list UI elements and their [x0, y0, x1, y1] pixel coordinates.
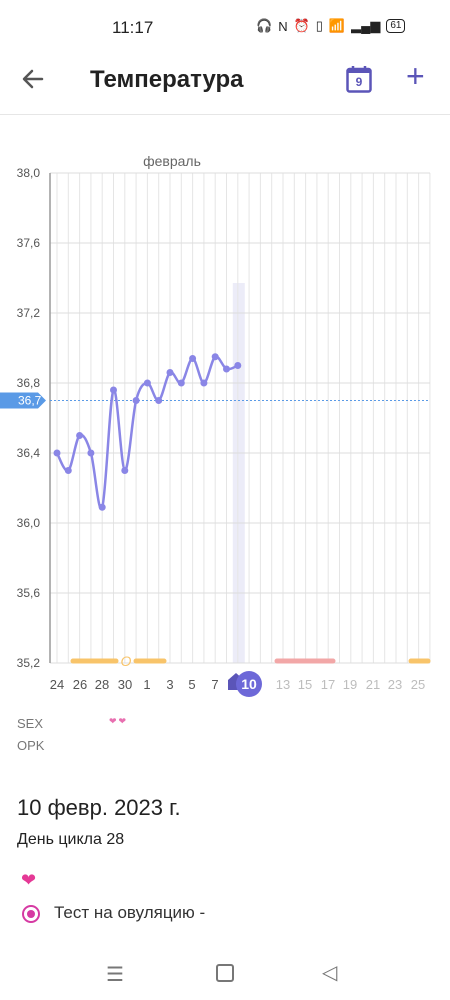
nfc-icon: N	[278, 18, 288, 34]
x-tick-label: 1	[143, 677, 150, 692]
temperature-point	[166, 369, 174, 376]
alarm-icon: ⏰	[293, 18, 310, 33]
back-triangle-icon[interactable]: ◁	[322, 960, 337, 985]
status-time: 11:17	[112, 18, 154, 37]
temperature-point	[87, 449, 95, 457]
app-bar: Температура 9 +	[0, 56, 450, 115]
x-tick-label: 5	[188, 677, 195, 692]
opk-label: OPK	[17, 738, 45, 753]
plus-icon: +	[406, 58, 425, 94]
calendar-day: 9	[355, 75, 363, 89]
ovulation-test-text: Тест на овуляцию -	[54, 903, 206, 922]
calendar-button[interactable]: 9	[346, 65, 372, 93]
temperature-point	[132, 397, 140, 404]
y-tick-label: 38,0	[17, 166, 41, 180]
headset-icon: 🎧	[256, 18, 273, 33]
status-bar: 11:17 🎧 N ⏰ ▯ 📶 ▂▄▆ 61	[0, 0, 450, 56]
system-nav-bar: ☰ ◁	[0, 950, 450, 1000]
x-tick-label: 3	[166, 677, 173, 692]
temperature-point	[200, 379, 208, 387]
back-button[interactable]	[20, 66, 50, 96]
temperature-point	[64, 467, 72, 474]
chart-title: февраль	[143, 153, 201, 169]
y-tick-label: 35,2	[17, 656, 41, 670]
status-icons: 🎧 N ⏰ ▯ 📶 ▂▄▆ 61	[256, 18, 406, 34]
temperature-point	[234, 362, 242, 369]
temperature-point	[155, 397, 163, 404]
temperature-point	[110, 386, 117, 394]
x-tick-label: 28	[95, 677, 109, 692]
x-tick-label: 30	[118, 677, 132, 692]
y-tick-label: 36,0	[17, 516, 41, 530]
selected-date: 10 февр. 2023 г.	[17, 795, 181, 820]
y-tick-label: 37,6	[17, 236, 41, 250]
temperature-point	[211, 353, 219, 361]
x-tick-label: 23	[388, 677, 402, 692]
temperature-point	[223, 365, 230, 373]
menu-icon[interactable]: ☰	[106, 962, 124, 987]
cover-line-label: 36,7	[18, 394, 42, 408]
sex-hearts-icon: ❤❤	[109, 716, 129, 726]
x-tick-label: 24	[50, 677, 64, 692]
add-button[interactable]: +	[406, 60, 425, 92]
x-tick-label: 26	[73, 677, 87, 692]
y-tick-label: 37,2	[17, 306, 41, 320]
home-icon[interactable]	[216, 964, 234, 982]
temperature-point	[121, 467, 129, 474]
y-tick-label: 36,4	[17, 446, 41, 460]
cycle-day: День цикла 28	[17, 831, 125, 848]
y-tick-label: 35,6	[17, 586, 41, 600]
wifi-icon: 📶	[328, 18, 346, 33]
x-tick-label: 19	[343, 677, 357, 692]
signal-icon: ▂▄▆	[351, 18, 381, 33]
ovulation-test-icon	[22, 905, 40, 923]
heart-icon: ❤	[21, 870, 37, 890]
temperature-chart[interactable]: 35,2 35,6 36,0 36,4 36,8 37,2 37,6 38,0 февраль 3…	[0, 145, 450, 700]
vibrate-icon: ▯	[315, 18, 323, 33]
ovulation-marker: O	[121, 653, 132, 669]
sex-label: SEX	[17, 716, 44, 731]
page-title: Температура	[90, 66, 244, 93]
temperature-point	[76, 432, 84, 439]
temperature-point	[177, 379, 185, 387]
x-tick-label: 21	[366, 677, 380, 692]
x-tick-label: 7	[211, 677, 218, 692]
temperature-point	[143, 379, 151, 387]
temperature-point	[53, 449, 61, 457]
x-tick-label-selected: 10	[241, 676, 257, 692]
x-tick-label: 17	[321, 677, 335, 692]
x-tick-label: 25	[411, 677, 425, 692]
temperature-point	[98, 503, 106, 511]
x-tick-label: 15	[298, 677, 312, 692]
y-tick-label: 36,8	[17, 376, 41, 390]
selected-day-column	[232, 283, 245, 663]
battery-icon: 61	[386, 19, 406, 33]
temperature-point	[189, 355, 197, 362]
x-tick-label: 13	[276, 677, 290, 692]
arrow-left-icon	[22, 69, 44, 89]
